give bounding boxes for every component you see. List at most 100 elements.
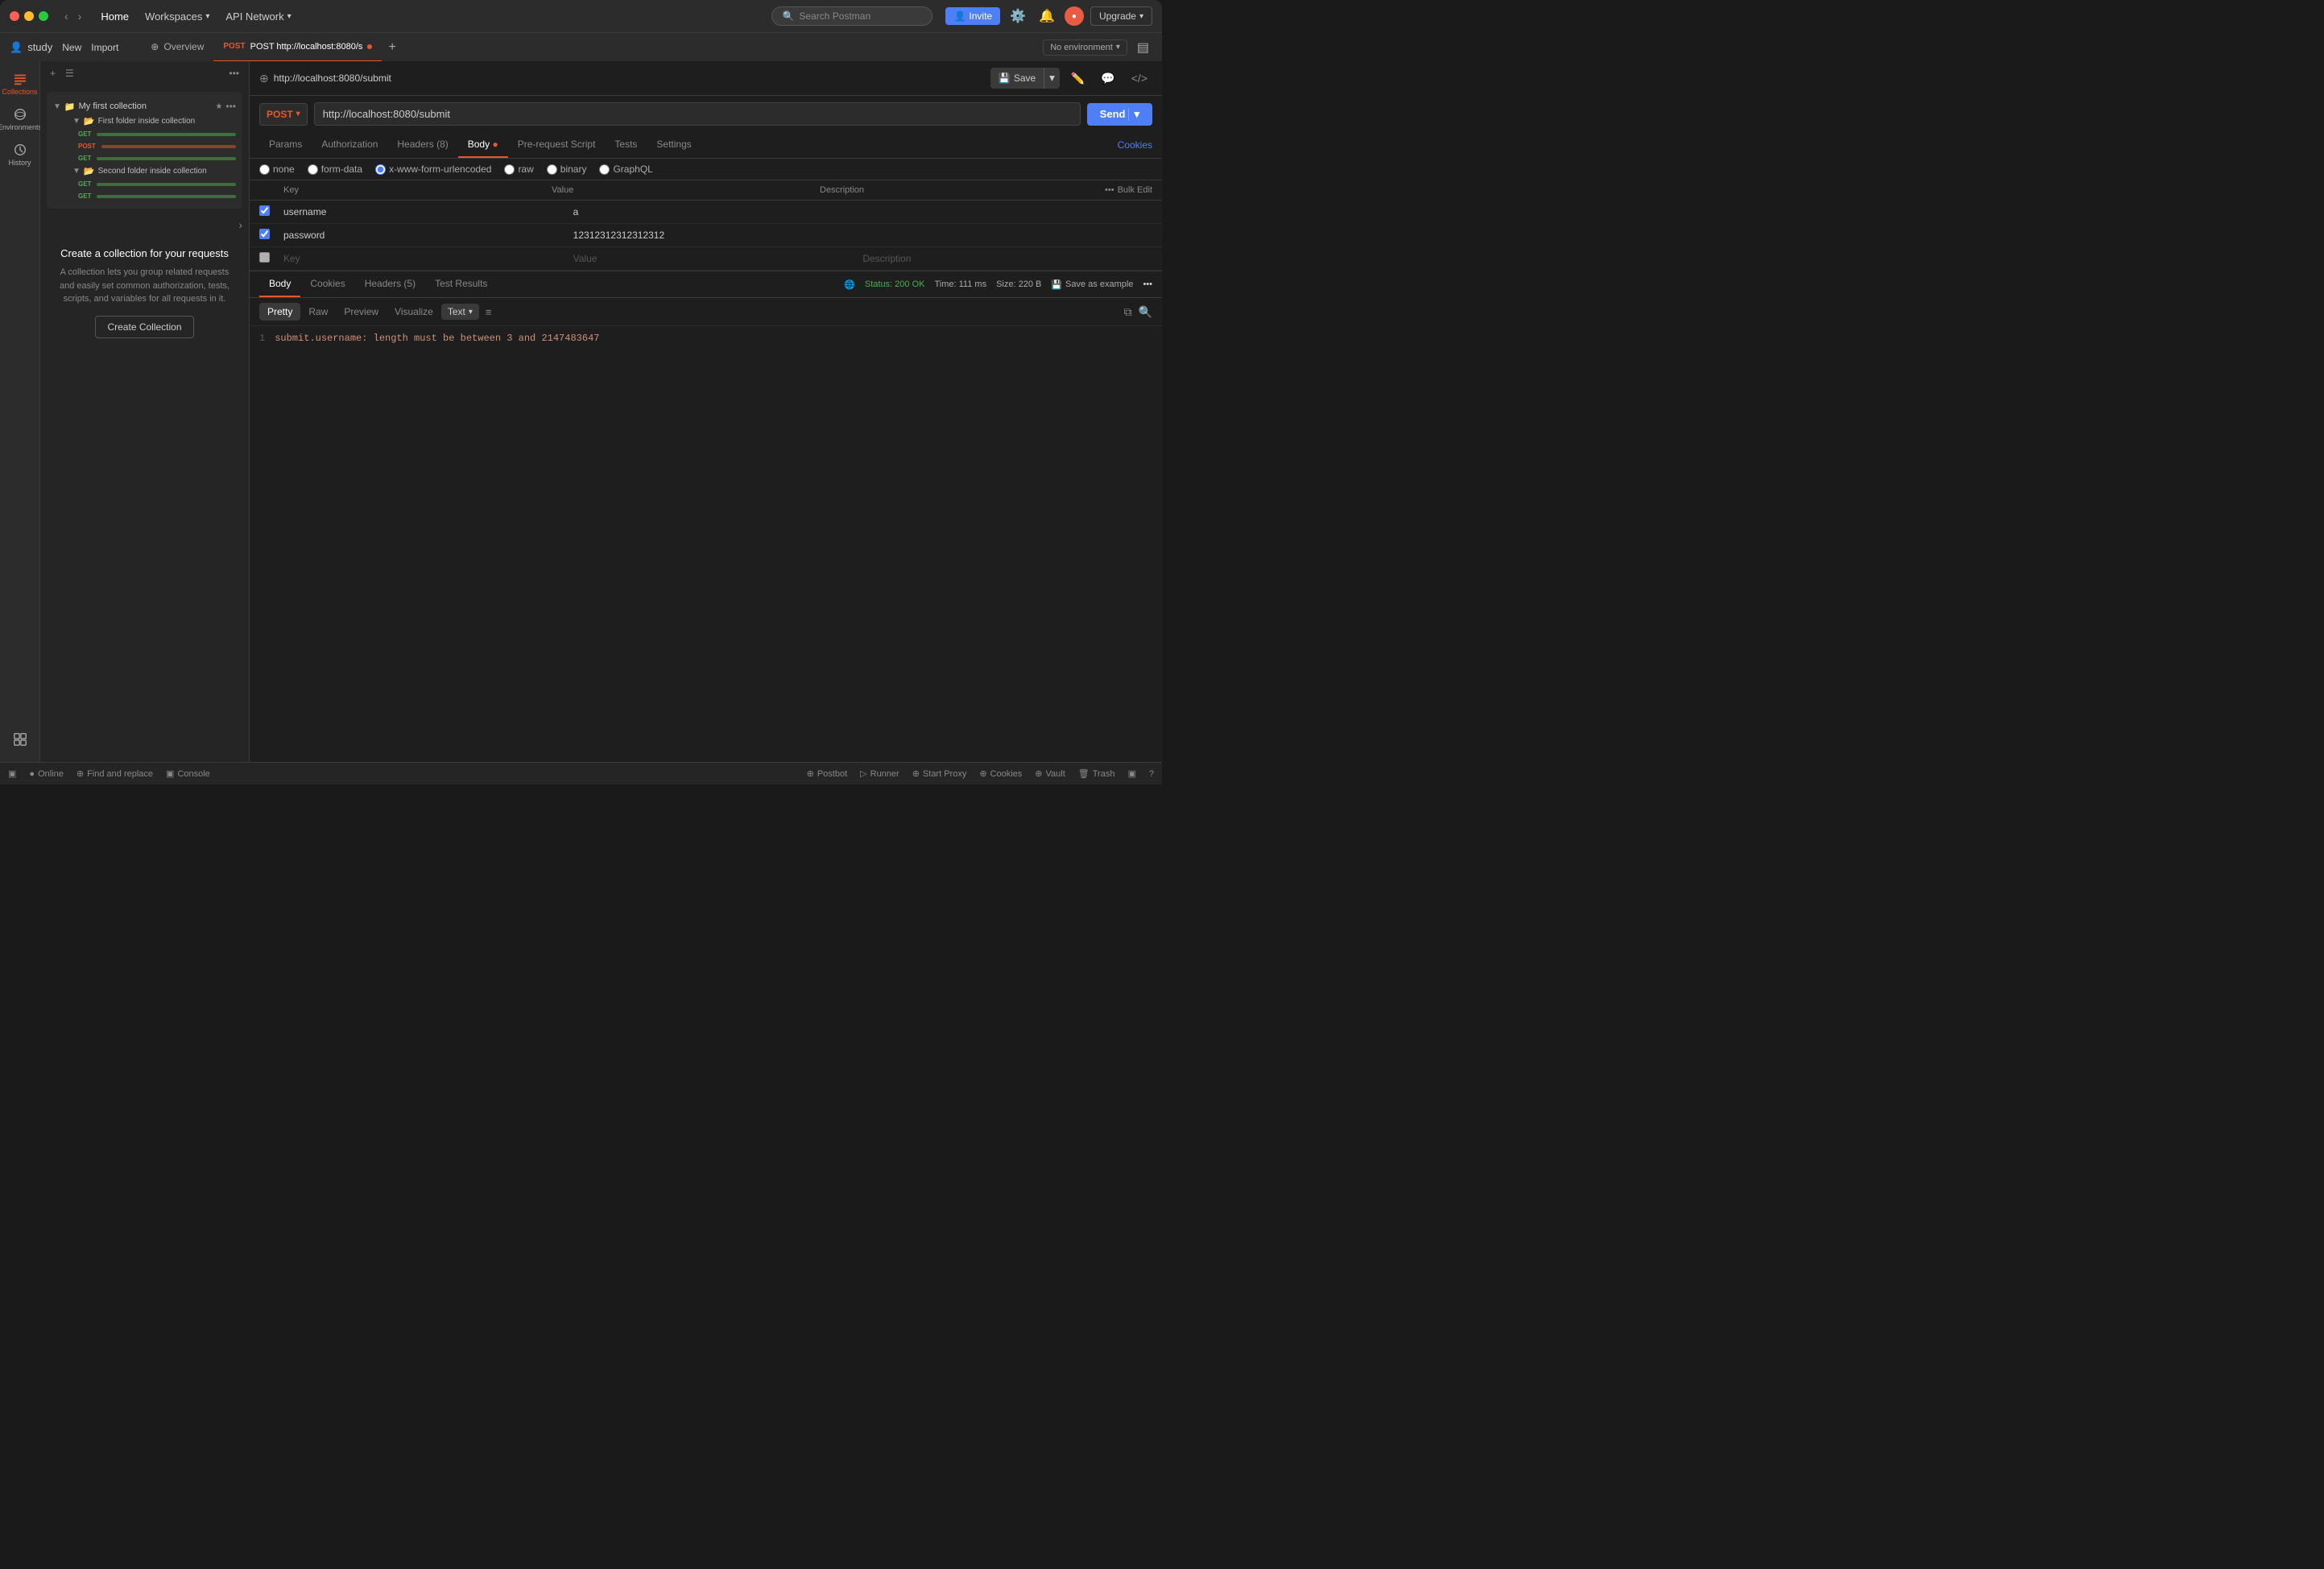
online-status[interactable]: ● Online [29,769,63,779]
method-selector[interactable]: POST ▾ [259,103,308,126]
grid-button[interactable]: ▣ [1127,768,1135,779]
empty-desc[interactable]: Description [862,253,1152,264]
text-dropdown[interactable]: Text ▾ [441,304,479,320]
api-network-link[interactable]: API Network ▾ [219,7,297,26]
layout-toggle[interactable]: ▤ [1134,36,1152,59]
response-cookies-tab[interactable]: Cookies [300,271,354,297]
empty-key[interactable]: Key [283,253,573,264]
save-button[interactable]: 💾 Save [990,68,1044,88]
body-tab[interactable]: Body ● [458,132,508,158]
close-button[interactable] [10,11,19,21]
response-test-results-tab[interactable]: Test Results [425,271,497,297]
filter-button[interactable]: ☰ [62,66,77,81]
runner-button[interactable]: ▷ Runner [860,768,899,779]
search-bar[interactable]: 🔍 Search Postman [771,6,932,26]
cookies-link[interactable]: Cookies [1118,139,1152,151]
back-arrow[interactable]: ‹ [61,8,72,24]
collection-more-icon[interactable]: ••• [225,101,236,112]
settings-tab[interactable]: Settings [647,132,701,158]
help-button[interactable]: ? [1149,768,1154,779]
invite-button[interactable]: 👤 Invite [945,7,1000,25]
graphql-option[interactable]: GraphQL [599,164,652,175]
console-button[interactable]: ▣ Console [166,768,210,779]
import-button[interactable]: Import [91,42,118,53]
trash-button[interactable]: 🗑 Trash [1078,768,1115,779]
sidebar-item-workspaces[interactable] [4,723,36,756]
urlencoded-option[interactable]: x-www-form-urlencoded [375,164,491,175]
body-options: none form-data x-www-form-urlencoded raw… [250,159,1162,180]
find-replace-button[interactable]: ⊕ Find and replace [77,768,153,779]
collection-star-icon[interactable]: ★ [215,102,222,111]
folder2-request2[interactable]: GET [76,190,236,202]
filter-response-button[interactable]: ≡ [486,306,492,318]
folder2-request1[interactable]: GET [76,178,236,190]
visualize-tab[interactable]: Visualize [387,303,441,321]
forward-arrow[interactable]: › [75,8,85,24]
raw-tab[interactable]: Raw [300,303,336,321]
form-data-option[interactable]: form-data [308,164,362,175]
pre-request-tab[interactable]: Pre-request Script [508,132,606,158]
save-icon: 💾 [999,72,1011,84]
username-checkbox[interactable] [259,205,270,216]
collection-header-row[interactable]: ▼ 📁 My first collection ★ ••• [53,98,236,114]
folder1-request1[interactable]: GET [76,128,236,140]
response-headers-tab[interactable]: Headers (5) [355,271,425,297]
comment-button[interactable]: 💬 [1096,68,1119,89]
response-body-tab[interactable]: Body [259,271,300,297]
request-tab[interactable]: POST POST http://localhost:8080/s [213,33,382,62]
url-input[interactable] [314,102,1081,126]
settings-button[interactable]: ⚙️ [1007,5,1029,27]
edit-button[interactable]: ✏️ [1066,68,1090,89]
sidebar-item-history[interactable]: History [4,139,36,171]
code-button[interactable]: </> [1127,68,1152,88]
password-checkbox[interactable] [259,229,270,239]
minimize-button[interactable] [24,11,34,21]
layout-button[interactable]: ▣ [8,768,16,779]
kv-value-header: Value [552,185,820,195]
more-options-button[interactable]: ••• [225,66,242,81]
start-proxy-button[interactable]: ⊕ Start Proxy [912,768,967,779]
fullscreen-button[interactable] [39,11,48,21]
upgrade-button[interactable]: Upgrade ▾ [1090,6,1152,26]
save-dropdown-arrow[interactable]: ▾ [1044,68,1060,89]
workspaces-link[interactable]: Workspaces ▾ [139,7,216,26]
postbot-button[interactable]: ⊕ Postbot [807,768,848,779]
expand-panel-icon[interactable]: › [238,218,242,231]
tests-tab[interactable]: Tests [605,132,647,158]
add-tab-button[interactable]: + [382,40,402,55]
new-button[interactable]: New [62,42,81,53]
params-tab[interactable]: Params [259,132,312,158]
pretty-tab[interactable]: Pretty [259,303,300,321]
home-link[interactable]: Home [94,7,135,26]
send-button[interactable]: Send ▾ [1087,103,1152,126]
add-collection-button[interactable]: + [47,66,59,81]
vault-button[interactable]: ⊕ Vault [1035,768,1065,779]
sidebar-item-collections[interactable]: Collections [4,68,36,100]
folder1-icon: 📂 [84,116,95,126]
overview-tab[interactable]: ⊕ Overview [141,33,213,62]
cookies-button[interactable]: ⊕ Cookies [979,768,1022,779]
copy-response-button[interactable]: ⧉ [1124,305,1132,319]
bulk-edit-button[interactable]: Bulk Edit [1118,185,1152,195]
empty-value[interactable]: Value [573,253,863,264]
folder1-request3[interactable]: GET [76,152,236,164]
environment-selector[interactable]: No environment ▾ [1043,39,1127,56]
headers-tab[interactable]: Headers (8) [387,132,457,158]
notifications-button[interactable]: 🔔 [1036,5,1058,27]
folder2-row[interactable]: ▼ 📂 Second folder inside collection [63,164,236,178]
search-response-button[interactable]: 🔍 [1139,305,1152,319]
password-value[interactable]: 12312312312312312 [573,230,863,241]
username-value[interactable]: a [573,206,863,217]
folder1-row[interactable]: ▼ 📂 First folder inside collection [63,114,236,128]
folder1-request2[interactable]: POST [76,140,236,152]
create-collection-button[interactable]: Create Collection [95,316,193,338]
authorization-tab[interactable]: Authorization [312,132,387,158]
binary-option[interactable]: binary [547,164,587,175]
sidebar-item-environments[interactable]: Environments [4,103,36,135]
username-key[interactable]: username [283,206,573,217]
save-example-button[interactable]: 💾 Save as example [1051,279,1133,290]
password-key[interactable]: password [283,230,573,241]
none-option[interactable]: none [259,164,295,175]
raw-option[interactable]: raw [504,164,533,175]
preview-tab[interactable]: Preview [336,303,387,321]
